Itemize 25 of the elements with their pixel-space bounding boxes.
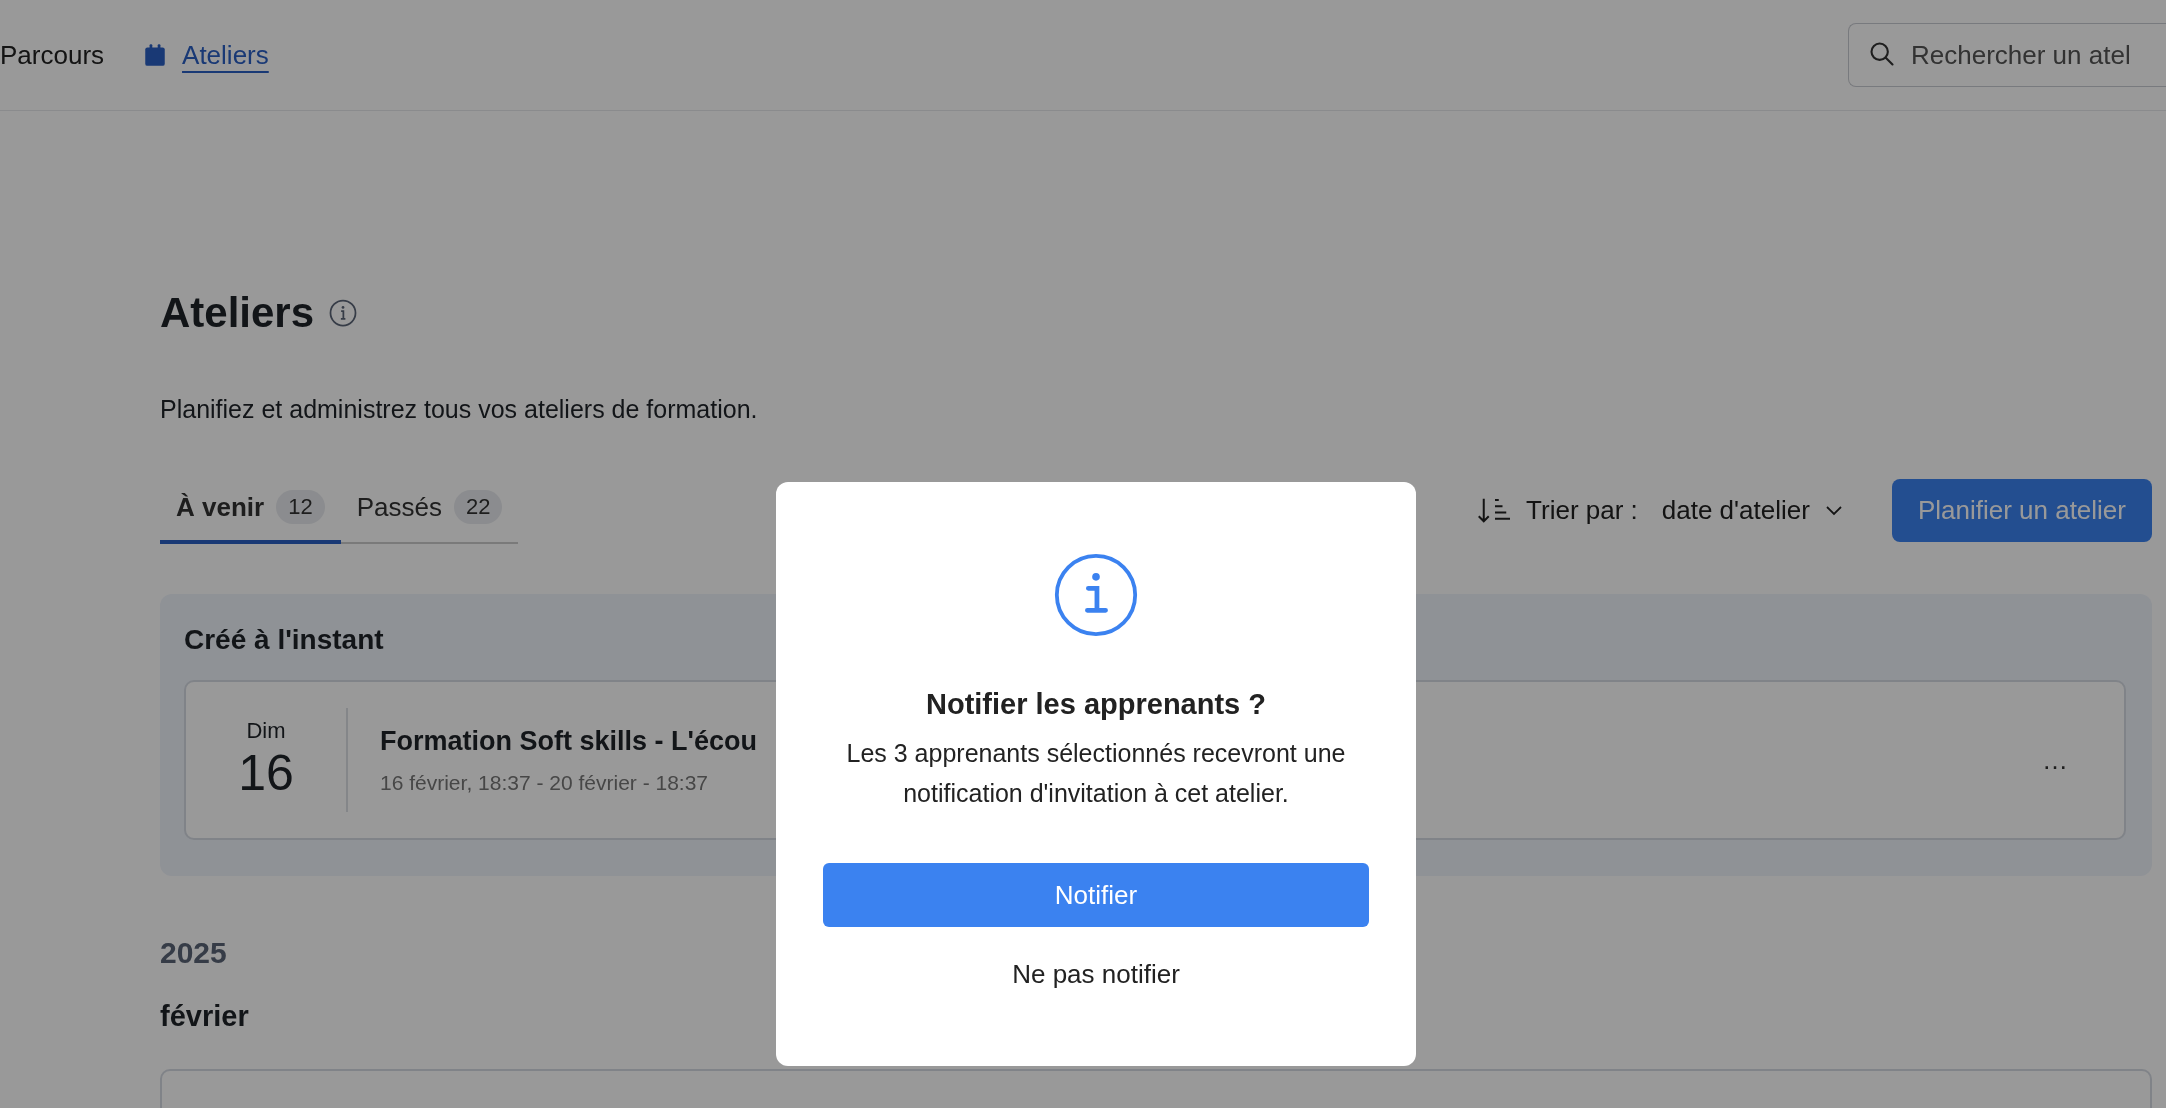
nav-link[interactable]: Ateliers xyxy=(142,39,269,71)
notify-button[interactable]: Notifier xyxy=(823,863,1369,927)
dialog-message: Les 3 apprenants sélectionnés recevront une notification d'invitation à cet atelier. xyxy=(845,738,1347,809)
search-icon xyxy=(1868,40,1896,68)
info-icon xyxy=(1053,552,1139,638)
page-title: Ateliers xyxy=(160,289,315,337)
count-badge: 22 xyxy=(453,490,503,524)
dialog-title: Notifier les apprenants ? xyxy=(926,688,1266,721)
search-field[interactable]: Rechercher un atel xyxy=(1848,23,2166,87)
info-icon[interactable] xyxy=(328,298,359,328)
event-title: Formation Soft skills - L'écou xyxy=(380,725,757,757)
sort-dropdown[interactable]: Trier par : date d'atelier xyxy=(1470,493,1852,527)
section-title: Créé à l'instant xyxy=(184,624,385,656)
day-number: 16 xyxy=(238,744,294,802)
more-button[interactable]: … xyxy=(2036,743,2074,777)
tab[interactable]: Passés 22 xyxy=(340,476,519,544)
count-badge: 12 xyxy=(276,490,325,524)
event-dates: 16 février, 18:37 - 20 février - 18:37 xyxy=(380,770,708,795)
tab[interactable]: À venir 12 xyxy=(160,476,341,544)
nav-link[interactable]: Parcours xyxy=(0,39,105,71)
page-description: Planifiez et administrez tous vos ateliers de formation. xyxy=(160,395,759,424)
weekday: Dim xyxy=(246,718,286,744)
year-heading: 2025 xyxy=(160,936,228,970)
month-heading: février xyxy=(160,1000,250,1033)
dont-notify-button[interactable]: Ne pas notifier xyxy=(1002,953,1190,996)
